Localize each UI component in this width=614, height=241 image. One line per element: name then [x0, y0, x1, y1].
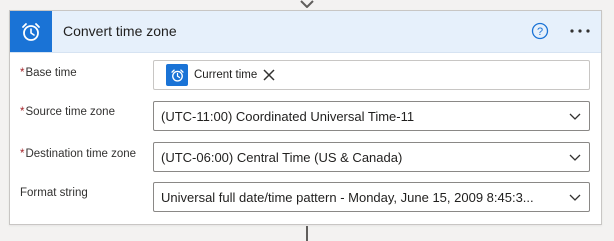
destination-time-zone-value: (UTC-06:00) Central Time (US & Canada): [161, 150, 403, 165]
svg-text:?: ?: [537, 26, 543, 38]
action-icon-container: [10, 11, 52, 52]
format-string-value: Universal full date/time pattern - Monda…: [161, 190, 534, 205]
required-marker: *: [20, 106, 25, 118]
source-time-zone-label: *Source time zone: [20, 106, 115, 118]
chevron-down-icon[interactable]: [569, 111, 581, 121]
more-options-icon[interactable]: [568, 24, 592, 38]
source-time-zone-value: (UTC-11:00) Coordinated Universal Time-1…: [161, 109, 415, 124]
format-string-label: Format string: [20, 187, 88, 199]
required-marker: *: [20, 67, 25, 79]
help-icon[interactable]: ?: [531, 22, 549, 40]
base-time-input[interactable]: Current time: [153, 60, 590, 90]
destination-time-zone-dropdown[interactable]: (UTC-06:00) Central Time (US & Canada): [153, 142, 590, 172]
format-string-label-text: Format string: [20, 187, 88, 199]
flow-connector-arrow-icon: [300, 0, 314, 8]
remove-token-icon[interactable]: [262, 68, 276, 82]
current-time-token[interactable]: Current time: [166, 64, 277, 86]
alarm-clock-icon: [22, 22, 40, 41]
chevron-down-icon[interactable]: [569, 192, 581, 202]
token-label: Current time: [194, 69, 258, 81]
source-time-zone-label-text: Source time zone: [25, 106, 115, 118]
base-time-label-text: Base time: [25, 67, 77, 79]
alarm-clock-icon: [170, 68, 184, 82]
base-time-label: *Base time: [20, 67, 77, 79]
token-icon-container: [166, 64, 188, 86]
convert-time-zone-action-card: Convert time zone ? *Base time Current t…: [9, 10, 602, 225]
required-marker: *: [20, 148, 25, 160]
destination-time-zone-label: *Destination time zone: [20, 148, 136, 160]
chevron-down-icon[interactable]: [569, 152, 581, 162]
destination-time-zone-label-text: Destination time zone: [25, 148, 137, 160]
format-string-dropdown[interactable]: Universal full date/time pattern - Monda…: [153, 182, 590, 212]
action-card-header[interactable]: Convert time zone ?: [10, 11, 601, 53]
action-title: Convert time zone: [63, 23, 177, 39]
flow-connector-line: [306, 226, 308, 241]
source-time-zone-dropdown[interactable]: (UTC-11:00) Coordinated Universal Time-1…: [153, 101, 590, 131]
